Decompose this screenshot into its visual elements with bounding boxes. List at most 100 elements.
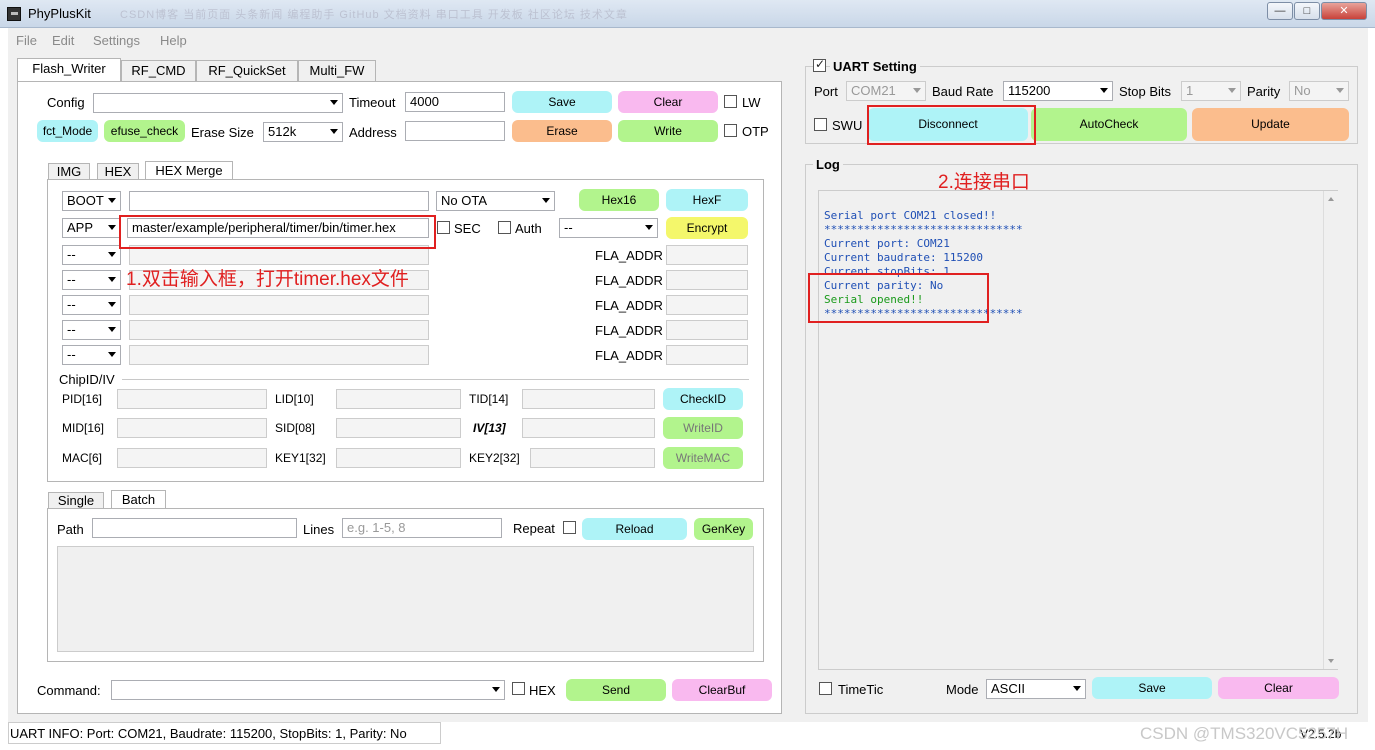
update-button[interactable]: Update	[1192, 108, 1349, 141]
fla-addr-input[interactable]	[666, 270, 748, 290]
config-select[interactable]	[93, 93, 343, 113]
fla-addr-input[interactable]	[666, 245, 748, 265]
maximize-button[interactable]: □	[1294, 2, 1320, 20]
menu-help[interactable]: Help	[160, 33, 187, 48]
menu-edit[interactable]: Edit	[52, 33, 74, 48]
reload-button[interactable]: Reload	[582, 518, 687, 540]
iv-input[interactable]	[522, 418, 655, 438]
tab-img[interactable]: IMG	[48, 163, 90, 180]
efuse-check-button[interactable]: efuse_check	[104, 120, 185, 142]
hex-slot-select[interactable]: --	[62, 320, 121, 340]
swu-checkbox[interactable]	[814, 118, 827, 131]
tab-hex[interactable]: HEX	[97, 163, 139, 180]
ota-select[interactable]: No OTA	[436, 191, 555, 211]
timetic-checkbox[interactable]	[819, 682, 832, 695]
writeid-button[interactable]: WriteID	[663, 417, 743, 439]
baud-rate-label: Baud Rate	[932, 84, 994, 99]
writemac-button[interactable]: WriteMAC	[663, 447, 743, 469]
repeat-checkbox[interactable]	[563, 521, 576, 534]
lw-label: LW	[742, 95, 761, 110]
log-line: Current baudrate: 115200	[824, 251, 983, 264]
tab-hex-merge[interactable]: HEX Merge	[145, 161, 233, 180]
command-input[interactable]	[111, 680, 505, 700]
encrypt-button[interactable]: Encrypt	[666, 217, 748, 239]
timeout-input[interactable]: 4000	[405, 92, 505, 112]
fct-mode-button[interactable]: fct_Mode	[37, 120, 98, 142]
mode-select[interactable]: ASCII	[986, 679, 1086, 699]
chipid-divider	[122, 379, 749, 380]
tab-flash-writer[interactable]: Flash_Writer	[17, 58, 121, 82]
lw-checkbox[interactable]	[724, 95, 737, 108]
log-line: Serial port COM21 closed!!	[824, 209, 997, 222]
key1-input[interactable]	[336, 448, 461, 468]
hex-slot-select[interactable]: --	[62, 270, 121, 290]
fla-addr-input[interactable]	[666, 345, 748, 365]
path-input[interactable]	[92, 518, 297, 538]
app-select[interactable]: APP	[62, 218, 121, 238]
sec-checkbox[interactable]	[437, 221, 450, 234]
sid-input[interactable]	[336, 418, 461, 438]
save-config-button[interactable]: Save	[512, 91, 612, 113]
hexf-button[interactable]: HexF	[666, 189, 748, 211]
log-scrollbar[interactable]	[1323, 191, 1338, 669]
lid-input[interactable]	[336, 389, 461, 409]
clear-config-button[interactable]: Clear	[618, 91, 718, 113]
write-button[interactable]: Write	[618, 120, 718, 142]
otp-checkbox[interactable]	[724, 124, 737, 137]
minimize-button[interactable]: —	[1267, 2, 1293, 20]
menu-settings[interactable]: Settings	[93, 33, 140, 48]
genkey-button[interactable]: GenKey	[694, 518, 753, 540]
hex-slot-select[interactable]: --	[62, 345, 121, 365]
auth-label: Auth	[515, 221, 542, 236]
tab-multi-fw[interactable]: Multi_FW	[298, 60, 376, 82]
mid-input[interactable]	[117, 418, 267, 438]
key2-input[interactable]	[530, 448, 655, 468]
hex-slot-input[interactable]	[129, 320, 429, 340]
tid-input[interactable]	[522, 389, 655, 409]
erase-size-select[interactable]: 512k	[263, 122, 343, 142]
checkid-button[interactable]: CheckID	[663, 388, 743, 410]
tab-single[interactable]: Single	[48, 492, 104, 509]
config-label: Config	[47, 95, 85, 110]
address-input[interactable]	[405, 121, 505, 141]
clearbuf-button[interactable]: ClearBuf	[672, 679, 772, 701]
close-button[interactable]: ✕	[1321, 2, 1367, 20]
auth-checkbox[interactable]	[498, 221, 511, 234]
mac-input[interactable]	[117, 448, 267, 468]
hex-slot-select[interactable]: --	[62, 245, 121, 265]
lines-input[interactable]: e.g. 1-5, 8	[342, 518, 502, 538]
port-select[interactable]: COM21	[846, 81, 926, 101]
hex16-button[interactable]: Hex16	[579, 189, 659, 211]
tab-rf-cmd[interactable]: RF_CMD	[121, 60, 196, 82]
boot-select[interactable]: BOOT	[62, 191, 121, 211]
timetic-label: TimeTic	[838, 682, 884, 697]
boot-path-input[interactable]	[129, 191, 429, 211]
fla-addr-input[interactable]	[666, 320, 748, 340]
erase-button[interactable]: Erase	[512, 120, 612, 142]
menu-file[interactable]: File	[16, 33, 37, 48]
batch-list-area[interactable]	[57, 546, 754, 652]
hex-command-checkbox[interactable]	[512, 682, 525, 695]
hex-slot-input[interactable]	[129, 295, 429, 315]
fla-addr-label: FLA_ADDR	[595, 248, 663, 263]
app-icon	[7, 7, 21, 21]
hex-slot-select[interactable]: --	[62, 295, 121, 315]
pid-input[interactable]	[117, 389, 267, 409]
fla-addr-input[interactable]	[666, 295, 748, 315]
scroll-up-icon[interactable]	[1328, 197, 1334, 201]
auth-select[interactable]: --	[559, 218, 658, 238]
save-log-button[interactable]: Save	[1092, 677, 1212, 699]
mode-label: Mode	[946, 682, 979, 697]
send-button[interactable]: Send	[566, 679, 666, 701]
tab-batch[interactable]: Batch	[111, 490, 166, 509]
baud-rate-select[interactable]: 115200	[1003, 81, 1113, 101]
parity-select[interactable]: No	[1289, 81, 1349, 101]
scroll-down-icon[interactable]	[1328, 659, 1334, 663]
uart-setting-checkbox[interactable]	[813, 57, 826, 72]
tab-rf-quickset[interactable]: RF_QuickSet	[196, 60, 298, 82]
autocheck-button[interactable]: AutoCheck	[1031, 108, 1187, 141]
stop-bits-select[interactable]: 1	[1181, 81, 1241, 101]
path-label: Path	[57, 522, 84, 537]
hex-slot-input[interactable]	[129, 345, 429, 365]
clear-log-button[interactable]: Clear	[1218, 677, 1339, 699]
